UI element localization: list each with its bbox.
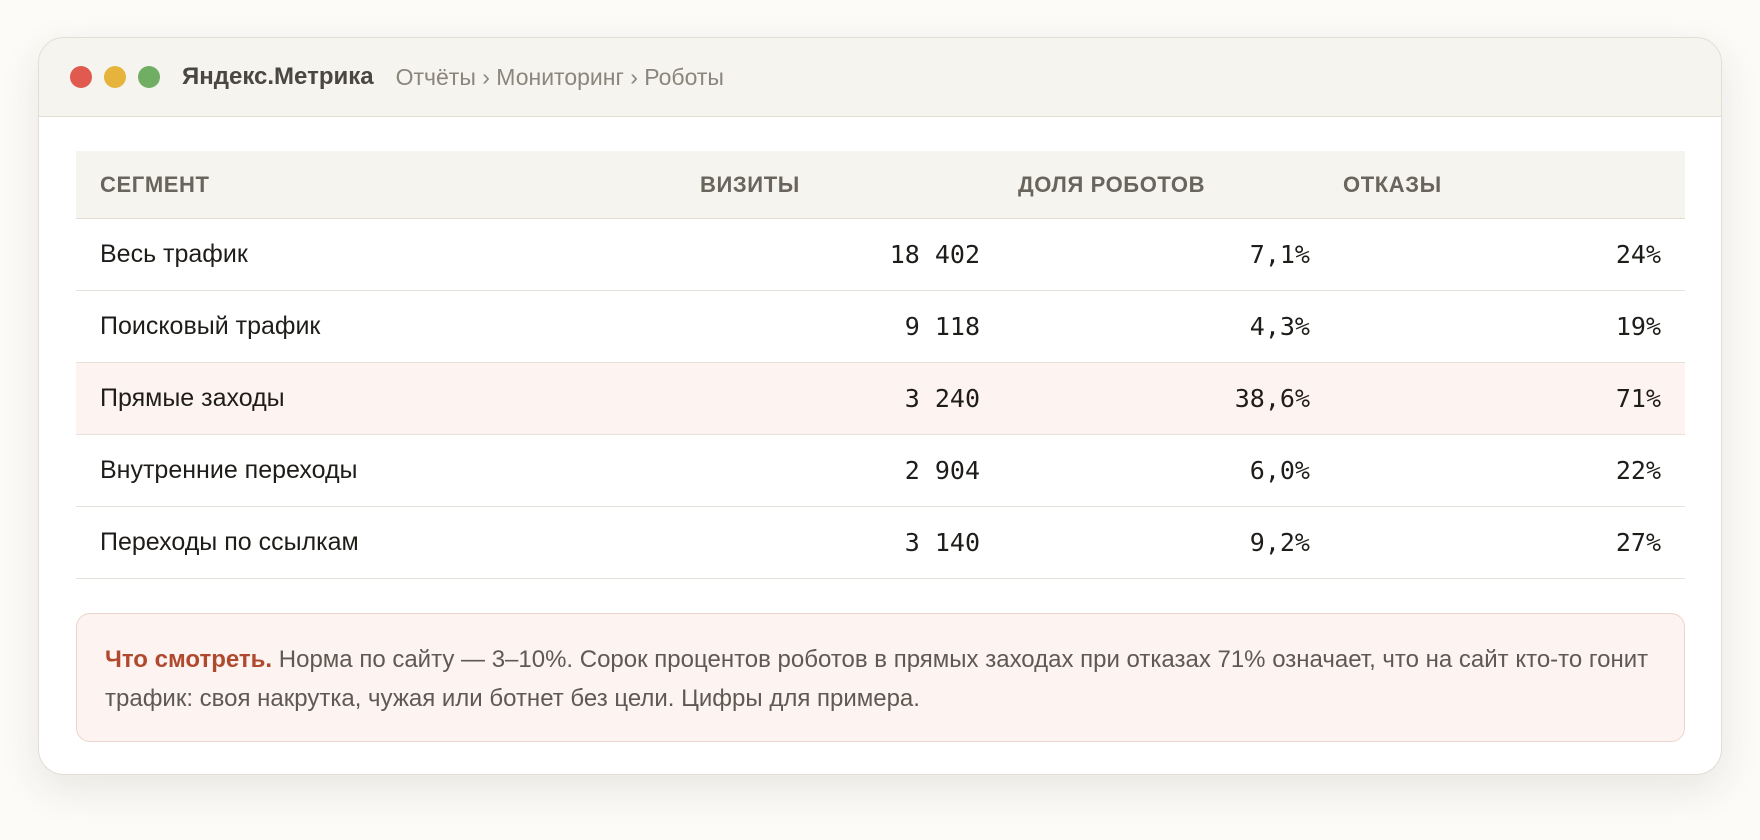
column-header-segment[interactable]: СЕГМЕНТ [76,172,700,198]
bounce-cell: 22% [1615,456,1661,485]
segment-cell: Прямые заходы [100,384,285,412]
segment-cell: Поисковый трафик [100,312,321,340]
note-text: Норма по сайту — 3–10%. Сорок процентов … [105,646,1649,712]
segment-cell: Переходы по ссылкам [100,528,359,556]
column-header-bounce[interactable]: ОТКАЗЫ [1310,172,1685,198]
bounce-cell: 71% [1615,384,1661,413]
segment-cell: Внутренние переходы [100,456,358,484]
table-row[interactable]: Поисковый трафик 9 118 4,3% 19% [76,291,1685,363]
title-bar: Яндекс.Метрика Отчёты › Мониторинг › Роб… [39,38,1721,117]
breadcrumb[interactable]: Отчёты › Мониторинг › Роботы [396,64,724,91]
table-row[interactable]: Переходы по ссылкам 3 140 9,2% 27% [76,507,1685,579]
table-header-row: СЕГМЕНТ ВИЗИТЫ ДОЛЯ РОБОТОВ ОТКАЗЫ [76,151,1685,219]
app-name: Яндекс.Метрика [182,63,374,90]
bounce-cell: 27% [1615,528,1661,557]
table-row[interactable]: Весь трафик 18 402 7,1% 24% [76,219,1685,291]
maximize-window-button[interactable] [138,66,160,88]
bot-share-cell: 7,1% [1249,240,1310,269]
bounce-cell: 19% [1615,312,1661,341]
segment-cell: Весь трафик [100,240,248,268]
visits-cell: 3 240 [904,384,980,413]
bot-share-cell: 4,3% [1249,312,1310,341]
minimize-window-button[interactable] [104,66,126,88]
visits-cell: 18 402 [889,240,980,269]
visits-cell: 9 118 [904,312,980,341]
app-window: Яндекс.Метрика Отчёты › Мониторинг › Роб… [38,37,1722,775]
note-lead: Что смотреть. [105,646,273,673]
bot-share-cell: 9,2% [1249,528,1310,557]
column-header-bot-share[interactable]: ДОЛЯ РОБОТОВ [980,172,1310,198]
bounce-cell: 24% [1615,240,1661,269]
column-header-visits[interactable]: ВИЗИТЫ [700,172,980,198]
table-row[interactable]: Внутренние переходы 2 904 6,0% 22% [76,435,1685,507]
insight-note: Что смотреть. Норма по сайту — 3–10%. Со… [76,613,1685,742]
bot-share-cell: 38,6% [1234,384,1310,413]
close-window-button[interactable] [70,66,92,88]
table-row-highlighted[interactable]: Прямые заходы 3 240 38,6% 71% [76,363,1685,435]
visits-cell: 3 140 [904,528,980,557]
visits-cell: 2 904 [904,456,980,485]
bot-share-cell: 6,0% [1249,456,1310,485]
robots-table: СЕГМЕНТ ВИЗИТЫ ДОЛЯ РОБОТОВ ОТКАЗЫ Весь … [76,151,1685,579]
